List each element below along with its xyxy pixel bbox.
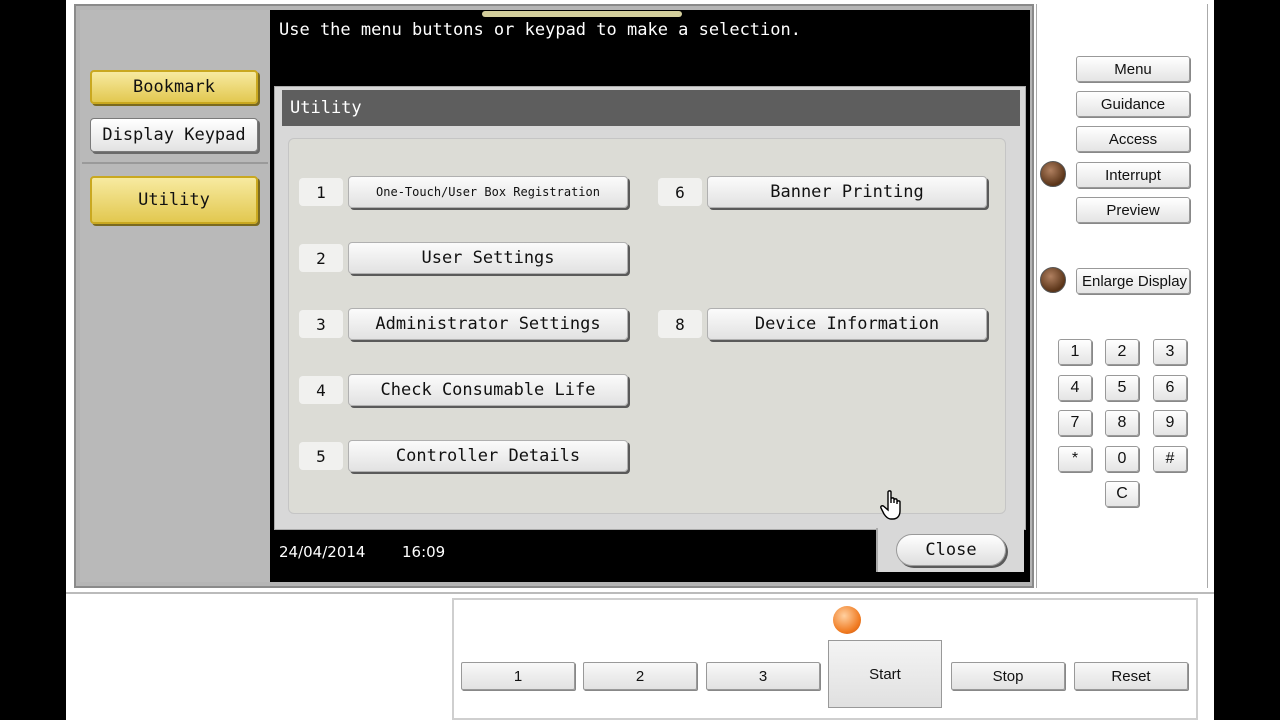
keypad-1[interactable]: 1: [1058, 339, 1092, 365]
interrupt-button[interactable]: Interrupt: [1076, 162, 1190, 188]
bottom-button-3[interactable]: 3: [706, 662, 820, 690]
keypad-5[interactable]: 5: [1105, 375, 1139, 401]
check-consumable-life-button[interactable]: Check Consumable Life: [348, 374, 628, 406]
stop-button[interactable]: Stop: [951, 662, 1065, 690]
menu-button[interactable]: Menu: [1076, 56, 1190, 82]
keypad-0[interactable]: 0: [1105, 446, 1139, 472]
item-number: 4: [299, 376, 343, 404]
device-information-button[interactable]: Device Information: [707, 308, 987, 340]
item-number: 6: [658, 178, 702, 206]
enlarge-display-button[interactable]: Enlarge Display: [1076, 268, 1190, 294]
display-keypad-button[interactable]: Display Keypad: [90, 118, 258, 152]
user-settings-button[interactable]: User Settings: [348, 242, 628, 274]
keypad-3[interactable]: 3: [1153, 339, 1187, 365]
keypad-2[interactable]: 2: [1105, 339, 1139, 365]
access-button[interactable]: Access: [1076, 126, 1190, 152]
dialog-title: Utility: [282, 90, 1020, 126]
keypad-8[interactable]: 8: [1105, 410, 1139, 436]
item-number: 2: [299, 244, 343, 272]
start-led-icon: [833, 606, 861, 634]
enlarge-display-led-icon: [1040, 267, 1066, 293]
date-display: 24/04/2014: [279, 543, 366, 561]
keypad-hash[interactable]: #: [1153, 446, 1187, 472]
close-button[interactable]: Close: [896, 534, 1006, 566]
banner-printing-button[interactable]: Banner Printing: [707, 176, 987, 208]
instruction-text: Use the menu buttons or keypad to make a…: [279, 20, 801, 40]
guidance-button[interactable]: Guidance: [1076, 91, 1190, 117]
keypad-star[interactable]: *: [1058, 446, 1092, 472]
keypad-clear[interactable]: C: [1105, 481, 1139, 507]
utility-tab-button[interactable]: Utility: [90, 176, 258, 224]
item-number: 1: [299, 178, 343, 206]
time-display: 16:09: [402, 543, 446, 561]
item-number: 3: [299, 310, 343, 338]
keypad-6[interactable]: 6: [1153, 375, 1187, 401]
keypad-4[interactable]: 4: [1058, 375, 1092, 401]
interrupt-led-icon: [1040, 161, 1066, 187]
start-button[interactable]: Start: [828, 640, 942, 708]
bottom-button-1[interactable]: 1: [461, 662, 575, 690]
controller-details-button[interactable]: Controller Details: [348, 440, 628, 472]
reset-button[interactable]: Reset: [1074, 662, 1188, 690]
one-touch-user-box-registration-button[interactable]: One-Touch/User Box Registration: [348, 176, 628, 208]
bottom-button-group: [452, 598, 1198, 720]
hand-cursor-icon: [880, 490, 901, 520]
item-number: 8: [658, 310, 702, 338]
item-number: 5: [299, 442, 343, 470]
keypad-9[interactable]: 9: [1153, 410, 1187, 436]
drag-handle[interactable]: [482, 11, 682, 17]
bottom-button-2[interactable]: 2: [583, 662, 697, 690]
administrator-settings-button[interactable]: Administrator Settings: [348, 308, 628, 340]
bookmark-button[interactable]: Bookmark: [90, 70, 258, 104]
left-panel-divider: [82, 162, 268, 164]
preview-button[interactable]: Preview: [1076, 197, 1190, 223]
keypad-7[interactable]: 7: [1058, 410, 1092, 436]
